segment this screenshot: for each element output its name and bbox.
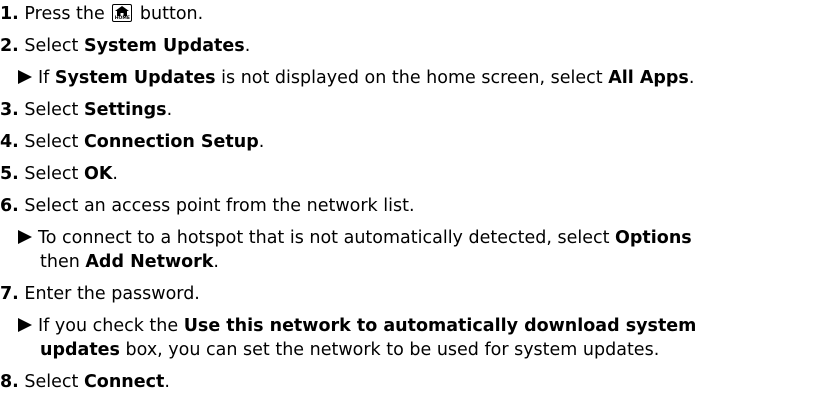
step-number: 1. [0,4,19,24]
note-bold-term: Add Network [85,252,214,272]
step-6: 6. Select an access point from the netwo… [0,194,415,218]
step-text: Enter the password. [24,284,200,304]
note-text: is not displayed on the home screen, sel… [215,68,609,88]
home-icon: HOME [112,4,133,22]
note-text: If you check the [38,316,184,336]
step-7: 7. Enter the password. [0,282,200,306]
step-7-note-continued: updates box, you can set the network to … [40,338,659,362]
note-bold-term: Use this network to automatically downlo… [183,316,697,336]
step-number: 5. [0,164,19,184]
step-punct: . [164,372,170,392]
note-arrow-icon [18,318,32,332]
step-number: 4. [0,132,19,152]
step-text: Select [24,372,84,392]
note-arrow-icon [18,70,32,84]
step-text: Select [24,36,84,56]
step-5: 5. Select OK. [0,162,118,186]
step-6-note-continued: then Add Network. [40,250,219,274]
step-text: Select [24,100,84,120]
step-number: 3. [0,100,19,120]
step-2: 2. Select System Updates. [0,34,250,58]
step-punct: . [258,132,265,152]
step-number: 2. [0,36,19,56]
step-6-note: To connect to a hotspot that is not auto… [18,226,692,250]
step-bold-term: OK [83,164,113,184]
step-bold-term: Settings [83,100,167,120]
note-text: To connect to a hotspot that is not auto… [38,228,616,248]
note-text: . [213,252,219,272]
step-text: Select [24,132,84,152]
note-text: box, you can set the network to be used … [119,340,660,360]
step-number: 7. [0,284,19,304]
note-text: then [40,252,86,272]
note-bold-term: updates [40,340,120,360]
step-punct: . [166,100,173,120]
step-punct: . [244,36,251,56]
step-text: Select an access point from the network … [24,196,415,216]
note-bold-term: All Apps [608,68,689,88]
note-text: . [688,68,695,88]
step-2-note: If System Updates is not displayed on th… [18,66,694,90]
step-text: Select [24,164,84,184]
step-1: 1. Press the HOME button. [0,2,203,26]
home-icon-label: HOME [114,16,130,21]
step-8: 8. Select Connect. [0,370,170,394]
note-text: If [38,68,55,88]
step-text: Press the [24,4,105,24]
instruction-document: 1. Press the HOME button. 2. Select Syst… [0,0,823,396]
step-punct: . [112,164,118,184]
step-text: button. [139,4,204,24]
note-bold-term: Options [615,228,692,248]
step-3: 3. Select Settings. [0,98,172,122]
note-arrow-icon [18,230,32,244]
note-bold-term: System Updates [54,68,216,88]
step-number: 8. [0,372,19,392]
step-7-note: If you check the Use this network to aut… [18,314,696,338]
step-bold-term: System Updates [83,36,245,56]
step-number: 6. [0,196,19,216]
step-bold-term: Connect [83,372,165,392]
step-bold-term: Connection Setup [83,132,259,152]
step-4: 4. Select Connection Setup. [0,130,264,154]
